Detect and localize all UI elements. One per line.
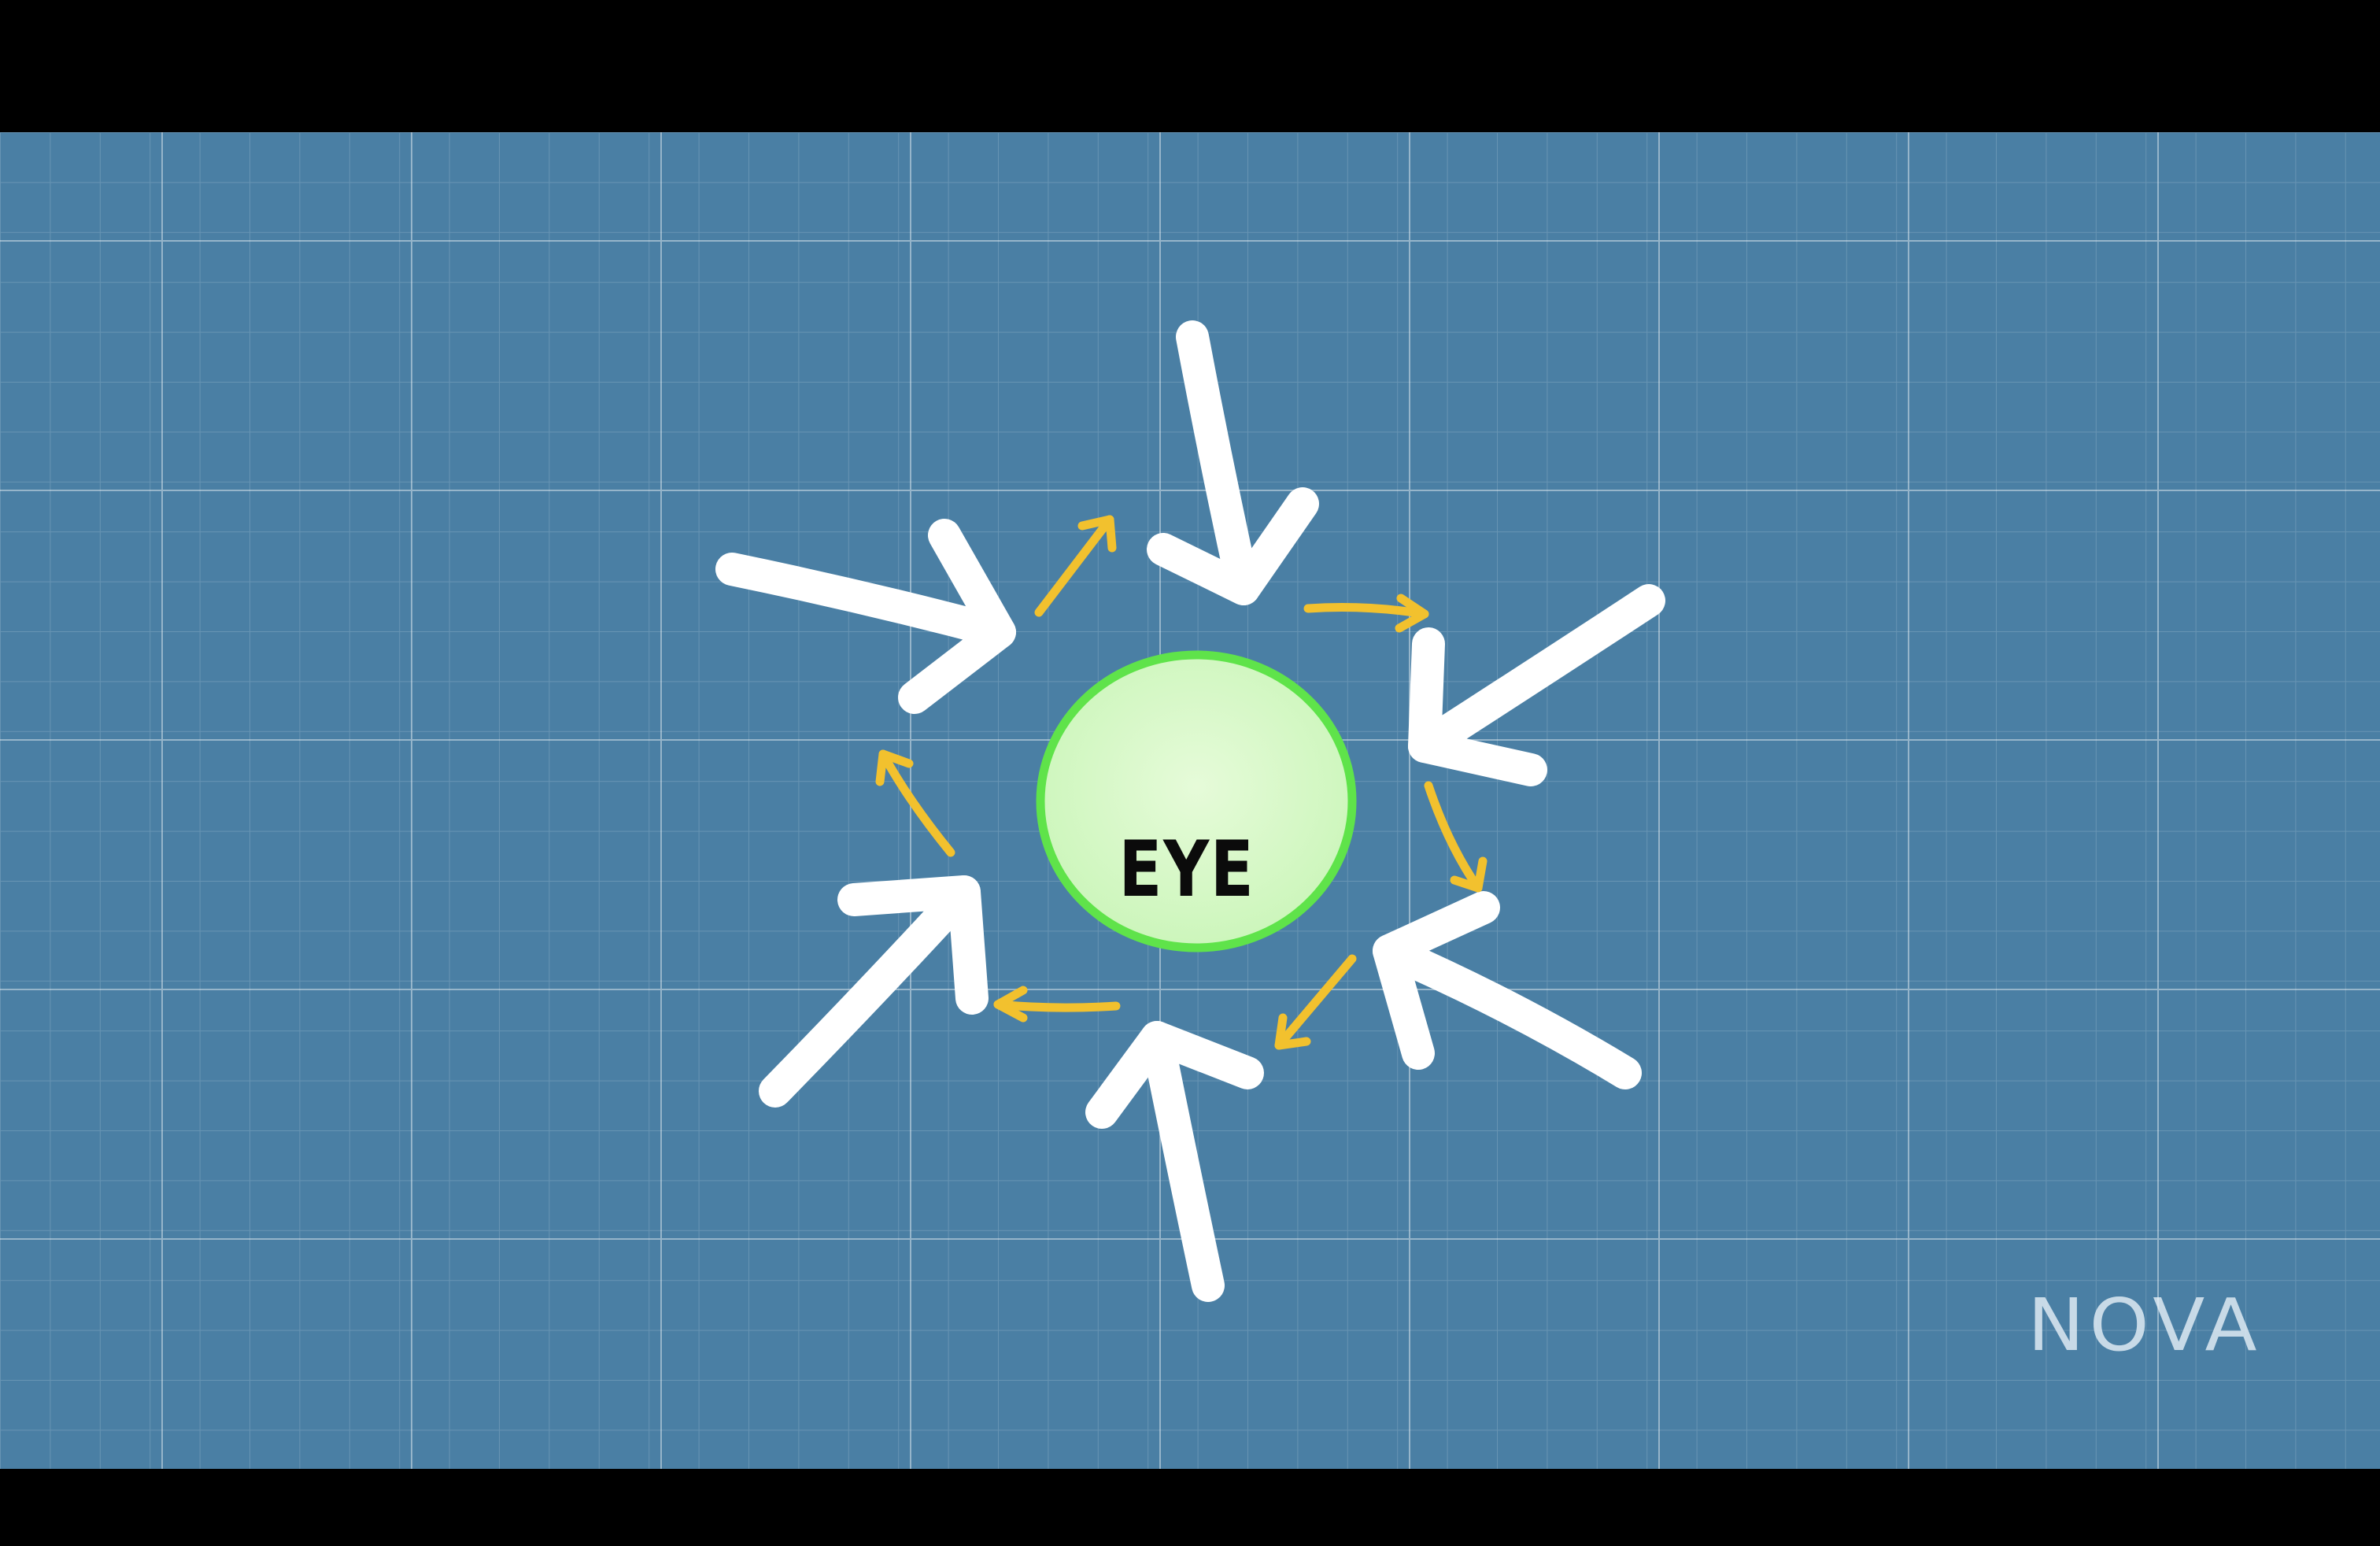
video-frame: EYE NOVA	[0, 0, 2380, 1546]
eye-label: EYE	[1118, 825, 1255, 915]
nova-logo: NOVA	[2027, 1282, 2262, 1367]
eye-diagram	[0, 132, 2380, 1469]
video-content: EYE NOVA	[0, 132, 2380, 1469]
